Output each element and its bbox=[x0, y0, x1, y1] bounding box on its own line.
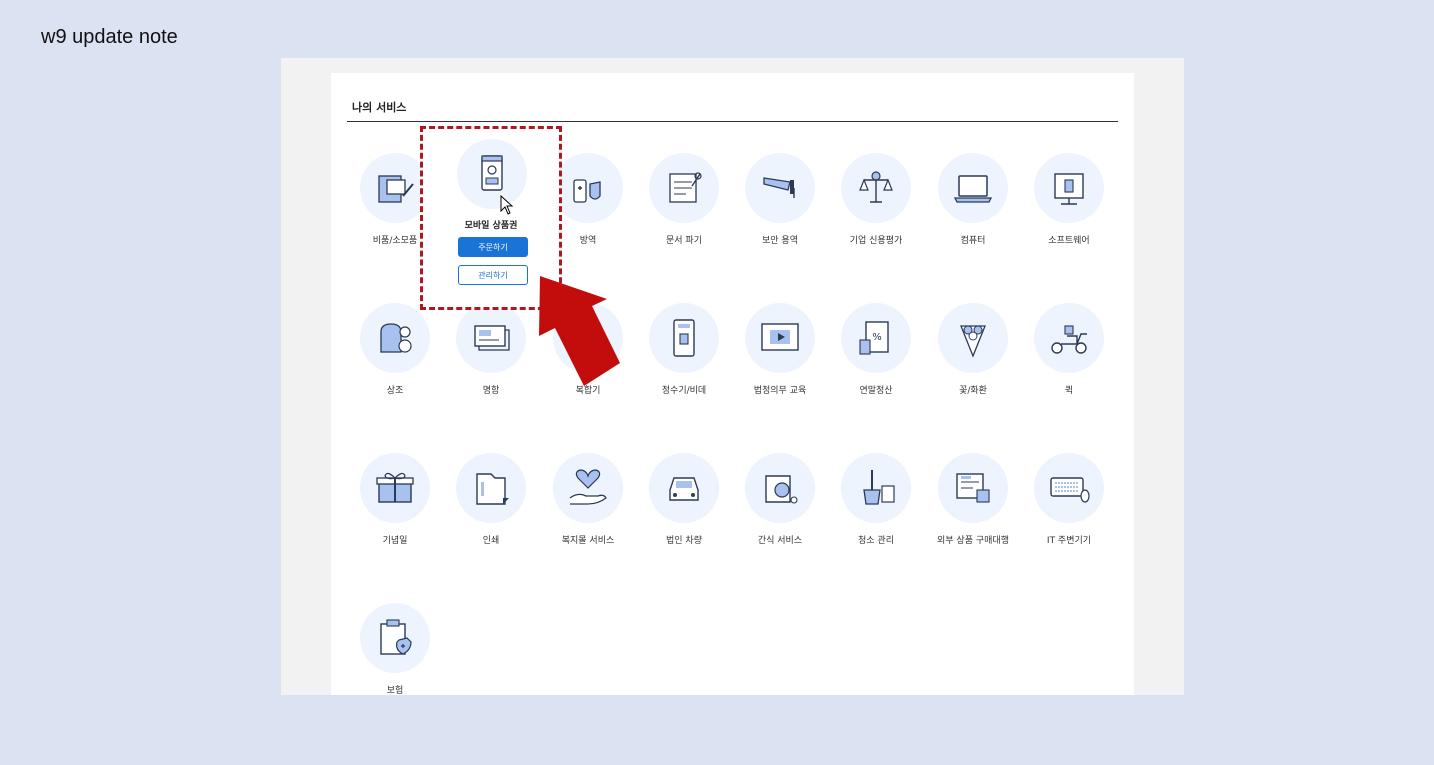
service-label: 간식 서비스 bbox=[757, 536, 803, 546]
flower-icon[interactable] bbox=[938, 303, 1008, 373]
service-tile[interactable]: 퀵 bbox=[1021, 303, 1117, 396]
heart-hand-icon[interactable] bbox=[553, 453, 623, 523]
service-tile[interactable]: 꽃/화환 bbox=[925, 303, 1021, 396]
service-label: 청소 관리 bbox=[858, 536, 894, 546]
service-tile[interactable]: 보험 bbox=[347, 603, 443, 695]
service-tile[interactable]: 복지몰 서비스 bbox=[540, 453, 636, 546]
service-tile[interactable]: 법정의무 교육 bbox=[732, 303, 828, 396]
scale-icon[interactable] bbox=[841, 153, 911, 223]
service-label: 법정의무 교육 bbox=[753, 386, 807, 396]
service-label: 복지몰 서비스 bbox=[561, 536, 615, 546]
cleaning-icon[interactable] bbox=[841, 453, 911, 523]
snack-icon[interactable] bbox=[745, 453, 815, 523]
service-tile[interactable]: 법인 차량 bbox=[636, 453, 732, 546]
service-tile[interactable]: 보안 용역 bbox=[732, 153, 828, 246]
insurance-icon[interactable] bbox=[360, 603, 430, 673]
service-tile[interactable]: 인쇄 bbox=[443, 453, 539, 546]
security-camera-icon[interactable] bbox=[745, 153, 815, 223]
service-label: 외부 상품 구매대행 bbox=[937, 536, 1009, 546]
funeral-icon[interactable] bbox=[360, 303, 430, 373]
water-purifier-icon[interactable] bbox=[649, 303, 719, 373]
software-icon[interactable] bbox=[1034, 153, 1104, 223]
tax-document-icon[interactable]: % bbox=[841, 303, 911, 373]
car-icon[interactable] bbox=[649, 453, 719, 523]
service-label: 문서 파기 bbox=[666, 236, 702, 246]
service-tile[interactable]: 기념일 bbox=[347, 453, 443, 546]
service-tile[interactable]: 컴퓨터 bbox=[925, 153, 1021, 246]
service-label: 연말정산 bbox=[859, 386, 893, 396]
service-tile[interactable]: 간식 서비스 bbox=[732, 453, 828, 546]
service-label: 정수기/비데 bbox=[661, 386, 707, 396]
service-tile[interactable]: 정수기/비데 bbox=[636, 303, 732, 396]
document-shred-icon[interactable] bbox=[649, 153, 719, 223]
service-label: 기업 신용평가 bbox=[849, 236, 903, 246]
service-label: 컴퓨터 bbox=[960, 236, 986, 246]
service-label: 상조 bbox=[386, 386, 404, 396]
service-label: 꽃/화환 bbox=[959, 386, 987, 396]
popup-title: 모바일 상품권 bbox=[464, 221, 518, 231]
service-tile[interactable]: 문서 파기 bbox=[636, 153, 732, 246]
mobile-voucher-icon[interactable] bbox=[457, 139, 527, 209]
scooter-icon[interactable] bbox=[1034, 303, 1104, 373]
service-label: 소프트웨어 bbox=[1048, 236, 1090, 246]
gift-icon[interactable] bbox=[360, 453, 430, 523]
service-tile[interactable]: % 연말정산 bbox=[828, 303, 924, 396]
red-arrow-annotation bbox=[539, 276, 620, 386]
keyboard-icon[interactable] bbox=[1034, 453, 1104, 523]
laptop-icon[interactable] bbox=[938, 153, 1008, 223]
service-tile[interactable]: 청소 관리 bbox=[828, 453, 924, 546]
order-button[interactable]: 주문하기 bbox=[458, 237, 528, 257]
screenshot-frame: 나의 서비스 비품/소모품 방역 문서 파기 보안 용역 기업 신용평가 컴퓨터 소프트웨어… bbox=[281, 58, 1184, 695]
section-divider bbox=[347, 121, 1118, 122]
service-tile[interactable]: 소프트웨어 bbox=[1021, 153, 1117, 246]
disinfection-icon[interactable] bbox=[553, 153, 623, 223]
service-label: 보험 bbox=[386, 686, 404, 695]
service-tile[interactable]: IT 주변기기 bbox=[1021, 453, 1117, 546]
service-tile[interactable]: 기업 신용평가 bbox=[828, 153, 924, 246]
service-panel: 나의 서비스 비품/소모품 방역 문서 파기 보안 용역 기업 신용평가 컴퓨터 소프트웨어… bbox=[331, 73, 1134, 695]
service-tile[interactable]: 상조 bbox=[347, 303, 443, 396]
section-title: 나의 서비스 bbox=[352, 101, 407, 114]
service-label: 법인 차량 bbox=[666, 536, 702, 546]
note-title: w9 update note bbox=[41, 26, 178, 48]
folder-icon[interactable] bbox=[456, 453, 526, 523]
svg-text:%: % bbox=[872, 332, 882, 343]
service-label: 인쇄 bbox=[482, 536, 500, 546]
purchase-agent-icon[interactable] bbox=[938, 453, 1008, 523]
service-label: 퀵 bbox=[1064, 386, 1074, 396]
video-lecture-icon[interactable] bbox=[745, 303, 815, 373]
mouse-cursor-icon bbox=[500, 195, 514, 215]
service-label: IT 주변기기 bbox=[1046, 536, 1092, 546]
service-label: 보안 용역 bbox=[762, 236, 798, 246]
service-label: 기념일 bbox=[382, 536, 408, 546]
service-tile[interactable]: 외부 상품 구매대행 bbox=[925, 453, 1021, 546]
